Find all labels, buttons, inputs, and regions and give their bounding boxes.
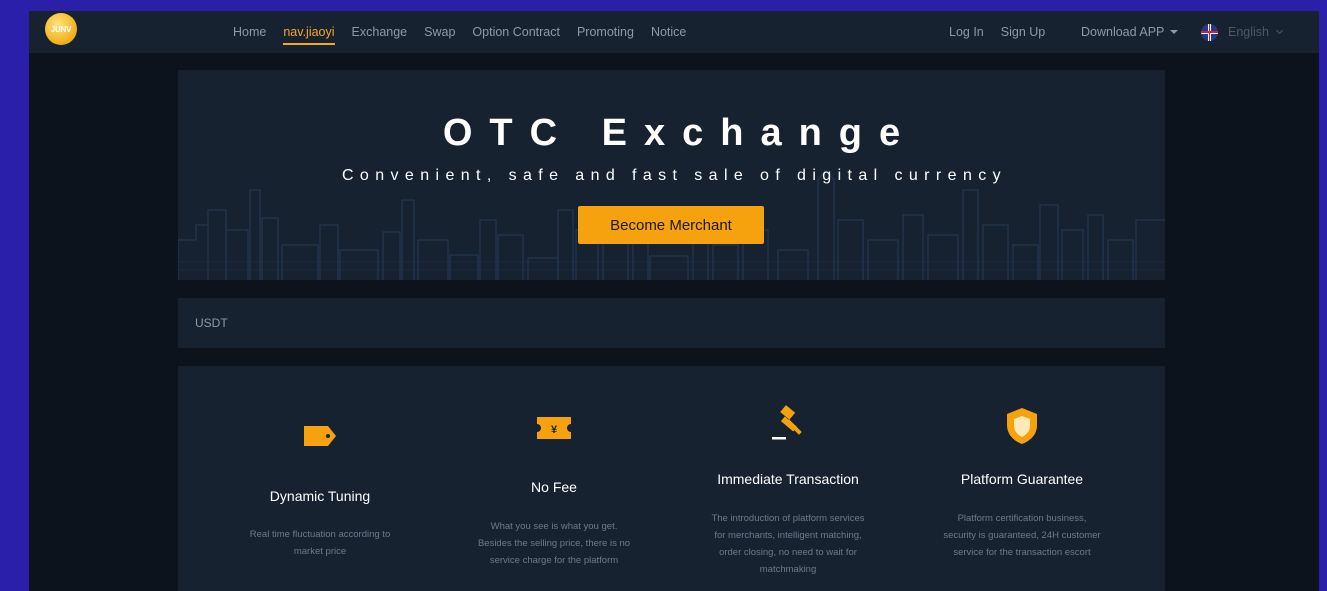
svg-text:¥: ¥ xyxy=(551,424,558,436)
download-app-label: Download APP xyxy=(1081,25,1165,39)
top-navbar: JUNV Home nav.jiaoyi Exchange Swap Optio… xyxy=(29,11,1319,53)
coin-tab-usdt[interactable]: USDT xyxy=(195,316,228,330)
login-link[interactable]: Log In xyxy=(949,25,984,39)
hero-banner: OTC Exchange Convenient, safe and fast s… xyxy=(178,70,1165,280)
nav-swap[interactable]: Swap xyxy=(424,11,455,53)
app-window: JUNV Home nav.jiaoyi Exchange Swap Optio… xyxy=(29,11,1319,591)
nav-notice[interactable]: Notice xyxy=(651,11,686,53)
brand-logo[interactable]: JUNV xyxy=(45,13,77,45)
shield-icon xyxy=(1007,408,1037,444)
nav-jiaoyi[interactable]: nav.jiaoyi xyxy=(283,11,335,53)
feature-title: Platform Guarantee xyxy=(960,471,1084,487)
features-panel: Dynamic Tuning Real time fluctuation acc… xyxy=(178,366,1165,591)
ticket-yen-icon: ¥ xyxy=(537,417,571,439)
hero-title: OTC Exchange xyxy=(442,112,918,154)
feature-title: No Fee xyxy=(531,479,577,495)
nav-exchange[interactable]: Exchange xyxy=(352,11,408,53)
feature-desc: What you see is what you get. Besides th… xyxy=(477,521,631,566)
coin-tab-bar: USDT xyxy=(178,298,1165,348)
feature-desc: The introduction of platform services fo… xyxy=(711,513,865,575)
feature-title: Immediate Transaction xyxy=(717,471,859,487)
download-app-dropdown[interactable]: Download APP xyxy=(1081,11,1179,53)
tag-icon xyxy=(304,426,336,446)
caret-down-icon xyxy=(1170,30,1179,34)
language-label: English xyxy=(1228,25,1269,39)
main-nav: Home nav.jiaoyi Exchange Swap Option Con… xyxy=(233,11,703,53)
uk-flag-icon xyxy=(1201,23,1218,41)
feature-desc: Platform certification business, securit… xyxy=(943,513,1101,558)
logo-text: JUNV xyxy=(50,24,72,34)
feature-desc: Real time fluctuation according to marke… xyxy=(249,529,391,557)
gavel-icon xyxy=(772,405,802,440)
nav-home[interactable]: Home xyxy=(233,11,266,53)
auth-links: Log In Sign Up xyxy=(949,11,1062,53)
nav-promoting[interactable]: Promoting xyxy=(577,11,634,53)
become-merchant-button[interactable]: Become Merchant xyxy=(578,206,764,244)
feature-title: Dynamic Tuning xyxy=(269,488,371,504)
language-selector[interactable]: English xyxy=(1201,11,1284,53)
chevron-down-icon xyxy=(1275,26,1284,35)
signup-link[interactable]: Sign Up xyxy=(1001,25,1045,39)
nav-option-contract[interactable]: Option Contract xyxy=(472,11,560,53)
hero-subtitle: Convenient, safe and fast sale of digita… xyxy=(341,167,1008,184)
